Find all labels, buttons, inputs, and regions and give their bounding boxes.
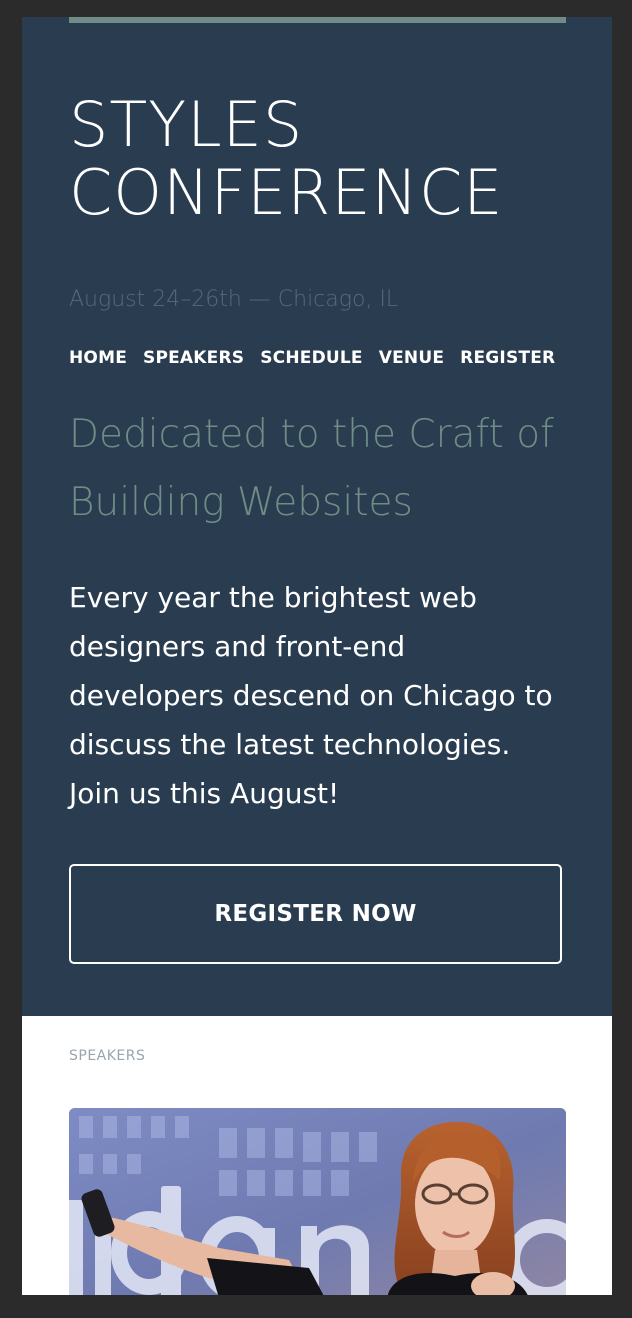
- nav-venue[interactable]: VENUE: [379, 344, 444, 372]
- hero-section: STYLES CONFERENCE August 24–26th — Chica…: [22, 17, 612, 1016]
- nav-register[interactable]: REGISTER: [460, 344, 555, 372]
- hero-accent-bar: [69, 17, 566, 23]
- hero-tagline: Dedicated to the Craft of Building Websi…: [69, 401, 589, 537]
- hero-tagline-line-2: Building Websites: [69, 480, 413, 525]
- speakers-section: SPEAKERS: [22, 1016, 612, 1295]
- hero-intro-line-1: Every year the brightest web: [69, 581, 477, 614]
- nav-schedule[interactable]: SCHEDULE: [260, 344, 363, 372]
- site-title-line-2: CONFERENCE: [69, 156, 504, 229]
- site-title-line-1: STYLES: [69, 88, 304, 161]
- section-label-speakers: SPEAKERS: [69, 1048, 146, 1064]
- nav-speakers[interactable]: SPEAKERS: [143, 344, 244, 372]
- page-frame: STYLES CONFERENCE August 24–26th — Chica…: [22, 17, 612, 1295]
- hero-intro: Every year the brightest web designers a…: [69, 573, 589, 818]
- hero-intro-line-3: developers descend on Chicago to: [69, 679, 553, 712]
- hero-tagline-line-1: Dedicated to the Craft of: [69, 412, 554, 457]
- event-date-location: August 24–26th — Chicago, IL: [69, 287, 399, 312]
- speaker-photo[interactable]: [69, 1108, 566, 1295]
- hero-intro-line-5: Join us this August!: [69, 777, 340, 810]
- register-now-button[interactable]: REGISTER NOW: [69, 864, 562, 964]
- speaker-photo-image: [69, 1108, 566, 1295]
- site-title[interactable]: STYLES CONFERENCE: [69, 91, 503, 227]
- nav-home[interactable]: HOME: [69, 344, 127, 372]
- primary-nav: HOME SPEAKERS SCHEDULE VENUE REGISTER: [69, 344, 555, 372]
- hero-intro-line-4: discuss the latest technologies.: [69, 728, 511, 761]
- hero-intro-line-2: designers and front-end: [69, 630, 406, 663]
